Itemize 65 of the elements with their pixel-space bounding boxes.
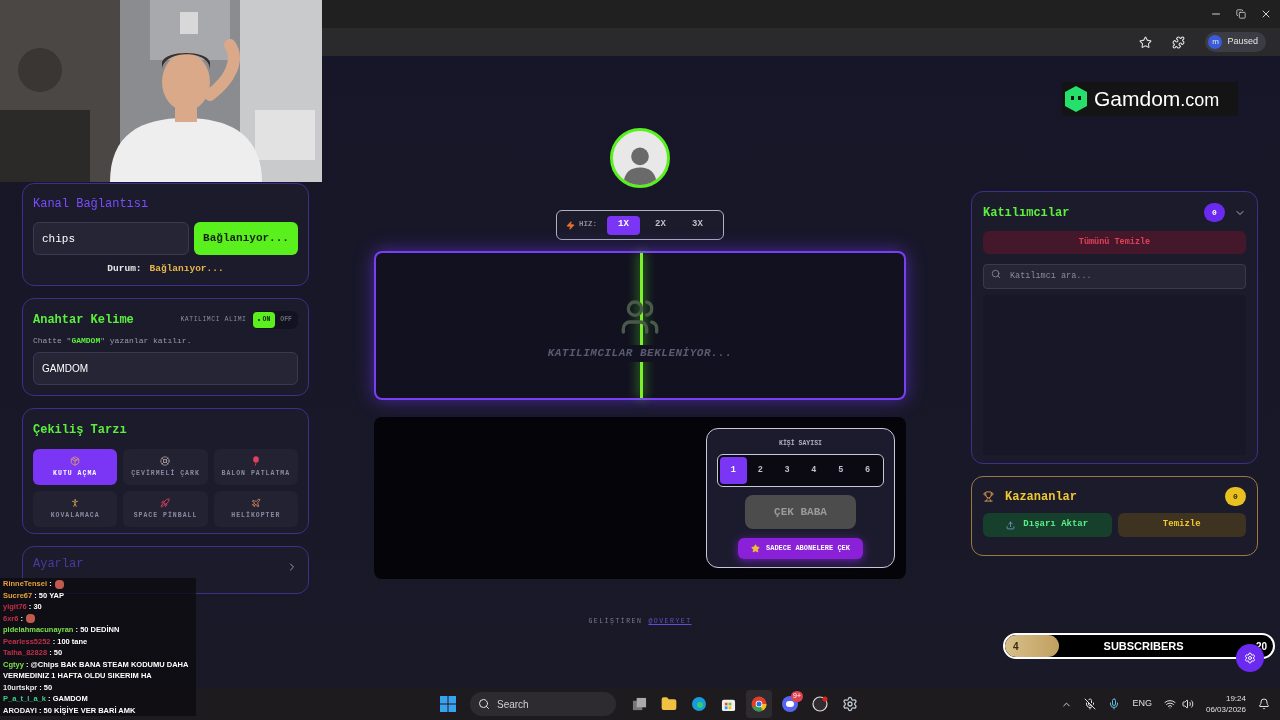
microphone-icon[interactable] <box>1108 698 1121 710</box>
speed-option[interactable]: 2X <box>644 215 677 235</box>
wheel-icon <box>160 455 171 466</box>
bookmark-star-icon[interactable] <box>1139 35 1153 49</box>
search-icon <box>478 698 490 710</box>
profile-button[interactable]: m Paused <box>1205 32 1266 52</box>
connect-button[interactable]: Bağlanıyor... <box>194 222 298 255</box>
balloon-icon <box>251 455 260 466</box>
wifi-icon[interactable] <box>1163 698 1176 710</box>
count-option[interactable]: 4 <box>800 456 828 484</box>
speed-option[interactable]: 3X <box>681 215 714 235</box>
speed-option[interactable]: 1X <box>607 215 640 235</box>
recorder-icon[interactable] <box>812 696 828 712</box>
star-icon <box>751 543 760 553</box>
clock[interactable]: 19:24 06/03/2026 <box>1205 693 1246 715</box>
profile-avatar: m <box>1208 35 1223 49</box>
notifications-icon[interactable] <box>1258 698 1270 710</box>
emote-icon <box>54 579 64 589</box>
keyword-hint: Chatte "GAMDOM" yazanlar katılır. <box>33 335 193 347</box>
card-title: Anahtar Kelime <box>33 312 134 329</box>
export-button[interactable]: Dışarı Aktar <box>983 513 1112 537</box>
lightning-icon <box>566 220 575 230</box>
emote-icon <box>26 614 36 623</box>
folder-icon[interactable] <box>661 696 677 712</box>
status-value: Bağlanıyor... <box>149 262 224 276</box>
upload-icon <box>1006 520 1016 530</box>
clear-all-button[interactable]: Tümünü Temizle <box>983 231 1246 254</box>
chrome-icon <box>751 696 767 712</box>
card-title: Katılımcılar <box>983 204 1070 222</box>
participant-search-field[interactable]: Katılımcı ara... <box>983 263 1246 289</box>
trophy-icon <box>983 491 994 502</box>
card-title: Çekiliş Tarzı <box>33 422 128 439</box>
keyword-input[interactable]: GAMDOM <box>33 352 298 385</box>
count-option[interactable]: 3 <box>773 456 801 484</box>
start-icon[interactable] <box>440 696 456 712</box>
muted-icon[interactable] <box>1084 698 1097 710</box>
count-option[interactable]: 1 <box>720 456 747 484</box>
winner-count: 0 <box>1225 487 1246 506</box>
chrome-taskbar-button[interactable] <box>746 690 772 718</box>
goal-current: 4 <box>1013 639 1019 654</box>
goal-label: SUBSCRIBERS <box>1103 638 1184 654</box>
task-view-icon[interactable] <box>632 696 647 712</box>
status-label: Durum: <box>107 262 142 276</box>
profile-status: Paused <box>1227 35 1258 49</box>
extensions-icon[interactable] <box>1172 35 1186 49</box>
gear-icon <box>1244 652 1256 664</box>
close-icon[interactable] <box>1260 8 1272 20</box>
restore-icon[interactable] <box>1236 9 1246 19</box>
taskbar-search[interactable]: Search <box>470 692 616 716</box>
rocket-icon <box>160 497 171 508</box>
card-title: Kazananlar <box>1005 488 1077 506</box>
card-title: Kanal Bağlantısı <box>33 196 150 212</box>
volume-icon[interactable] <box>1181 698 1194 710</box>
box-icon <box>70 455 81 466</box>
participant-count: 0 <box>1204 203 1225 222</box>
settings-icon[interactable] <box>842 696 858 712</box>
card-title: Ayarlar <box>33 556 84 573</box>
count-option[interactable]: 5 <box>827 456 855 484</box>
search-icon <box>991 269 1001 279</box>
clear-winners-button[interactable]: Temizle <box>1117 513 1246 537</box>
logo-text: Gamdom.com <box>1094 86 1220 113</box>
count-option[interactable]: 2 <box>746 456 774 484</box>
language-indicator[interactable]: ENG <box>1132 697 1152 711</box>
channel-input[interactable]: chips <box>33 222 189 255</box>
count-option[interactable]: 6 <box>854 456 881 484</box>
